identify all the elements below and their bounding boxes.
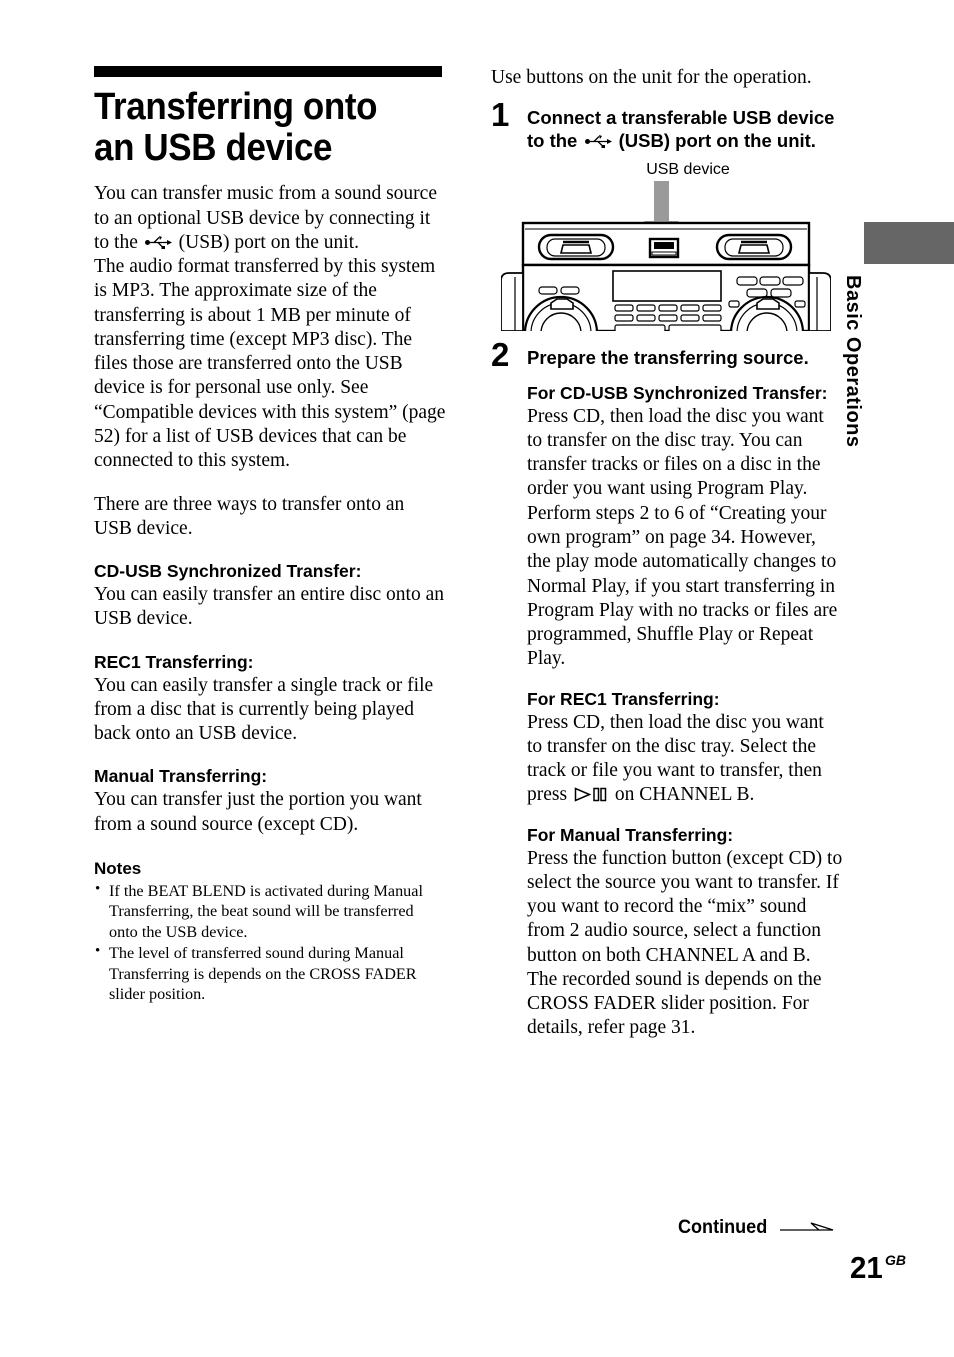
page-number-suffix: GB [885,1252,906,1268]
intro-paragraph-3: There are three ways to transfer onto an… [94,493,405,539]
usb-icon [144,232,172,249]
intro-paragraph-1: You can transfer music from a sound sour… [94,182,446,255]
note-item: • The level of transferred sound during M… [94,943,446,1004]
section-heading-for-manual: For Manual Transferring: [527,824,734,845]
section-body-cd-usb: You can easily transfer an entire disc o… [94,584,445,630]
figure-caption: USB device [646,160,730,178]
bullet-glyph: • [95,943,101,960]
notes-list: • If the BEAT BLEND is activated during M… [94,881,446,1004]
continued-arrow-icon [780,1220,834,1236]
usb-port [648,237,680,258]
section-body-manual: You can transfer just the portion you wa… [94,789,422,835]
right-column: Use buttons on the unit for the operatio… [491,66,843,1041]
page-title: Transferring onto an USB device [94,86,378,169]
intro-paragraph-2: The audio format transferred by this sys… [94,256,446,472]
note-item: • If the BEAT BLEND is activated during M… [94,881,446,942]
document-page: Transferring onto an USB device You can … [0,0,954,1357]
side-tab-label: Basic Operations [842,275,864,448]
unit-illustration [500,180,832,370]
step-1-number: 1 [491,96,510,134]
operation-intro-line: Use buttons on the unit for the operatio… [491,67,812,88]
note-item-text: If the BEAT BLEND is activated during Ma… [109,881,423,941]
intro-paragraph-1-text-b: (USB) port on the unit. [173,231,359,253]
play-pause-icon [574,785,608,802]
stereo-unit-usb-port-diagram: USB device [500,160,832,370]
side-tab-marker [864,222,954,264]
section-heading-rec1: REC1 Transferring: [94,651,254,672]
section-body-rec1: You can easily transfer a single track o… [94,674,434,745]
right-panel-slot [715,233,793,260]
note-item-text: The level of transferred sound during Ma… [109,944,417,1003]
page-number: 21 GB [850,1252,906,1283]
left-panel-slot [537,233,615,260]
section-heading-cd-usb: CD-USB Synchronized Transfer: [94,561,362,582]
step-1: 1 Connect a transferable USB device to t… [491,98,843,152]
section-heading-for-rec1: For REC1 Transferring: [527,688,720,709]
section-body-for-rec1-text-b: on CHANNEL B. [609,784,755,806]
section-heading-for-cd-usb: For CD-USB Synchronized Transfer: [527,382,828,403]
title-rule [94,66,442,77]
step-1-text-b: (USB) port on the unit. [613,130,816,152]
page-number-value: 21 [849,1250,883,1285]
continued-footer: Continued [678,1217,834,1239]
continued-label: Continued [678,1217,768,1238]
step-1-text: Connect a transferable USB device to the… [527,106,843,152]
section-body-for-manual: Press the function button (except CD) to… [527,847,843,1039]
step-2-body: For CD-USB Synchronized Transfer: Press … [491,383,843,1041]
step-2: 2 Prepare the transferring source. [491,338,843,371]
notes-heading: Notes [94,858,142,878]
section-body-for-rec1: Press CD, then load the disc you want to… [527,711,843,808]
bullet-glyph: • [95,880,101,897]
left-column: Transferring onto an USB device You can … [94,66,446,1005]
usb-icon [584,130,612,149]
section-heading-manual: Manual Transferring: [94,766,268,787]
step-2-text: Prepare the transferring source. [527,346,809,368]
step-2-number: 2 [491,335,510,373]
section-body-for-cd-usb: Press CD, then load the disc you want to… [527,405,838,670]
